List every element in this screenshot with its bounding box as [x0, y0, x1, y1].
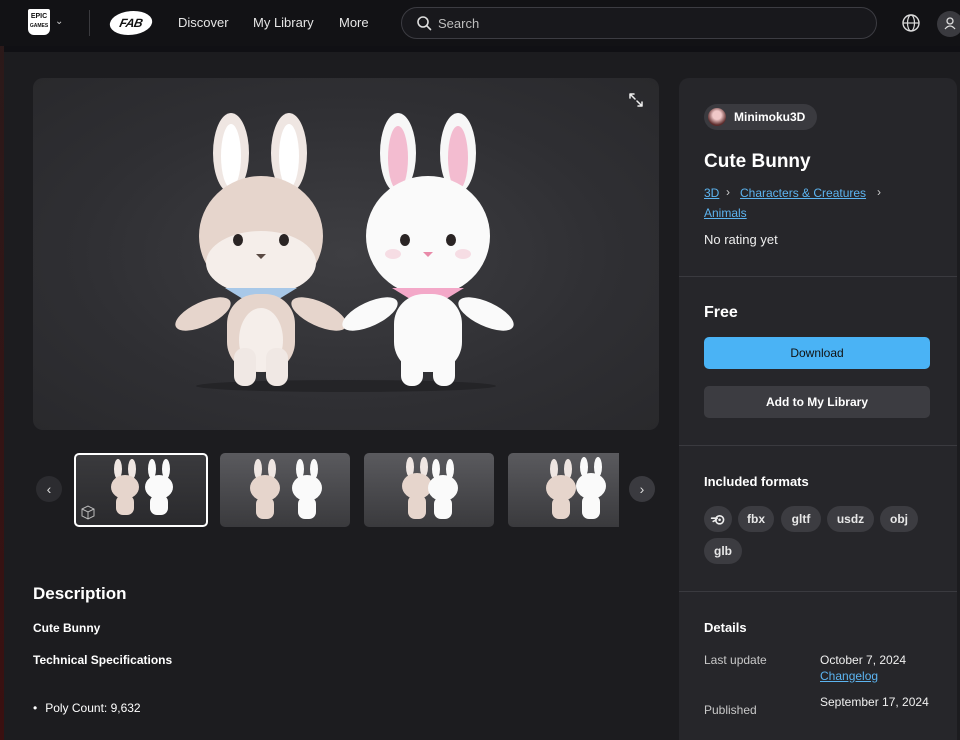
- bunny-preview-image: [175, 113, 514, 392]
- search-input[interactable]: [438, 8, 858, 38]
- price-label: Free: [704, 304, 738, 321]
- download-button[interactable]: Download: [704, 337, 930, 369]
- last-update-label: Last update: [704, 653, 767, 667]
- chevron-right-icon: ›: [877, 185, 881, 199]
- search-bar[interactable]: [401, 7, 877, 39]
- nav-more[interactable]: More: [339, 15, 369, 30]
- thumbnail-1[interactable]: [74, 453, 208, 527]
- thumb-next-button[interactable]: ›: [629, 476, 655, 502]
- tech-specs-heading: Technical Specifications: [33, 653, 173, 667]
- chevron-right-icon: ›: [726, 185, 730, 199]
- format-pill-usdz[interactable]: usdz: [827, 506, 874, 532]
- chevron-right-icon: ›: [639, 481, 645, 497]
- thumb-prev-button[interactable]: ‹: [36, 476, 62, 502]
- details-heading: Details: [704, 620, 747, 635]
- formats-heading: Included formats: [704, 474, 809, 489]
- published-value: September 17, 2024: [820, 695, 929, 709]
- search-icon: [417, 16, 432, 31]
- description-subtitle: Cute Bunny: [33, 621, 101, 635]
- thumbnail-4[interactable]: [508, 453, 619, 527]
- list-item: Poly Count: 9,632: [33, 701, 140, 715]
- description-heading: Description: [33, 584, 127, 603]
- format-pill-gltf[interactable]: gltf: [781, 506, 821, 532]
- breadcrumb-3d[interactable]: 3D: [704, 186, 719, 200]
- format-pill-obj[interactable]: obj: [880, 506, 918, 532]
- blender-icon: [710, 515, 725, 525]
- creator-avatar: [708, 108, 726, 126]
- product-title: Cute Bunny: [704, 151, 811, 172]
- thumbnail-image: [81, 459, 173, 520]
- breadcrumb-characters[interactable]: Characters & Creatures: [740, 186, 866, 200]
- model-viewer[interactable]: [33, 78, 659, 430]
- top-nav: EPIC GAMES ⌄ FAB Discover My Library More: [0, 0, 960, 46]
- globe-icon[interactable]: [901, 13, 921, 33]
- cube-3d-icon: [81, 505, 95, 520]
- thumbnail-3[interactable]: [364, 453, 494, 527]
- rating-text: No rating yet: [704, 232, 778, 247]
- chevron-left-icon: ‹: [46, 481, 52, 497]
- nav-discover[interactable]: Discover: [178, 15, 229, 30]
- thumbnail-image: [402, 457, 458, 519]
- format-pill-glb[interactable]: glb: [704, 538, 742, 564]
- format-pill-fbx[interactable]: fbx: [738, 506, 774, 532]
- published-label: Published: [704, 703, 757, 717]
- format-pill-blender[interactable]: [704, 506, 732, 532]
- expand-icon[interactable]: [628, 92, 644, 108]
- nav-divider: [89, 10, 90, 36]
- breadcrumb-animals[interactable]: Animals: [704, 206, 747, 220]
- user-avatar[interactable]: [937, 11, 960, 37]
- add-to-library-button[interactable]: Add to My Library: [704, 386, 930, 418]
- user-icon: [944, 17, 956, 30]
- thumbnail-image: [546, 457, 606, 519]
- thumbnail-image: [250, 459, 322, 519]
- fab-logo[interactable]: FAB: [107, 11, 155, 35]
- epic-games-logo[interactable]: EPIC GAMES: [28, 9, 50, 35]
- divider: [679, 591, 957, 592]
- divider: [679, 276, 957, 277]
- last-update-date: October 7, 2024: [820, 653, 907, 667]
- chevron-down-icon[interactable]: ⌄: [55, 16, 63, 27]
- nav-my-library[interactable]: My Library: [253, 15, 314, 30]
- changelog-link[interactable]: Changelog: [820, 668, 906, 684]
- last-update-value: October 7, 2024 Changelog: [820, 652, 906, 684]
- thumbnail-2[interactable]: [220, 453, 350, 527]
- divider: [679, 445, 957, 446]
